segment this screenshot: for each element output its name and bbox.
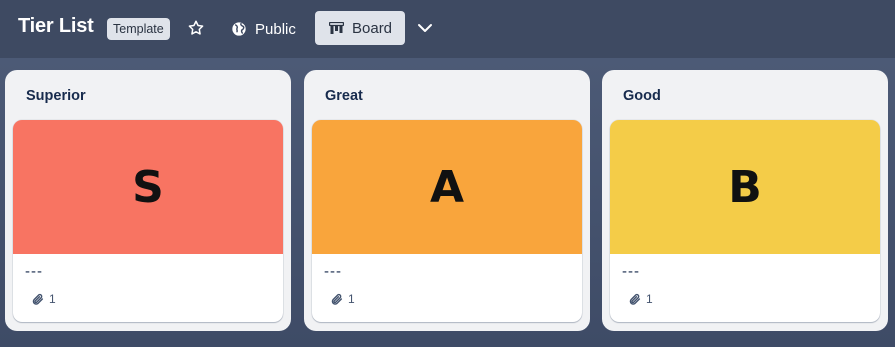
cover-letter: A — [429, 161, 465, 213]
cover-letter: B — [728, 161, 762, 213]
card[interactable]: S --- 1 — [13, 120, 283, 322]
card-name: --- — [622, 263, 640, 280]
attachment-count: 1 — [348, 292, 355, 306]
attachment-count: 1 — [49, 292, 56, 306]
visibility-button[interactable]: Public — [229, 16, 296, 42]
visibility-label: Public — [255, 20, 296, 38]
chevron-down-icon — [418, 24, 432, 32]
list-good: Good B --- 1 — [602, 70, 888, 331]
paperclip-icon — [331, 293, 343, 305]
list-title[interactable]: Good — [623, 88, 661, 104]
star-button[interactable] — [185, 17, 207, 39]
paperclip-icon — [629, 293, 641, 305]
list-title[interactable]: Superior — [26, 88, 86, 104]
attachment-count: 1 — [646, 292, 653, 306]
board-view-button[interactable]: Board — [315, 11, 405, 45]
card[interactable]: B --- 1 — [610, 120, 880, 322]
cover-letter: S — [132, 161, 164, 213]
card[interactable]: A --- 1 — [312, 120, 582, 322]
card-cover: A — [312, 120, 582, 254]
attachment-badge: 1 — [31, 292, 56, 306]
globe-icon — [232, 22, 246, 36]
list-title[interactable]: Great — [325, 88, 363, 104]
attachment-badge: 1 — [628, 292, 653, 306]
card-name: --- — [324, 263, 342, 280]
board-header: Tier List Template Public Board — [0, 0, 895, 58]
attachment-badge: 1 — [330, 292, 355, 306]
paperclip-icon — [32, 293, 44, 305]
list-great: Great A --- 1 — [304, 70, 590, 331]
card-cover: S — [13, 120, 283, 254]
view-menu-button[interactable] — [414, 17, 436, 39]
template-badge: Template — [107, 18, 170, 40]
list-superior: Superior S --- 1 — [5, 70, 291, 331]
star-icon — [188, 20, 204, 35]
card-cover: B — [610, 120, 880, 254]
board-view-icon — [329, 21, 344, 34]
board-title[interactable]: Tier List — [18, 15, 94, 38]
board-view-label: Board — [352, 19, 393, 37]
card-name: --- — [25, 263, 43, 280]
